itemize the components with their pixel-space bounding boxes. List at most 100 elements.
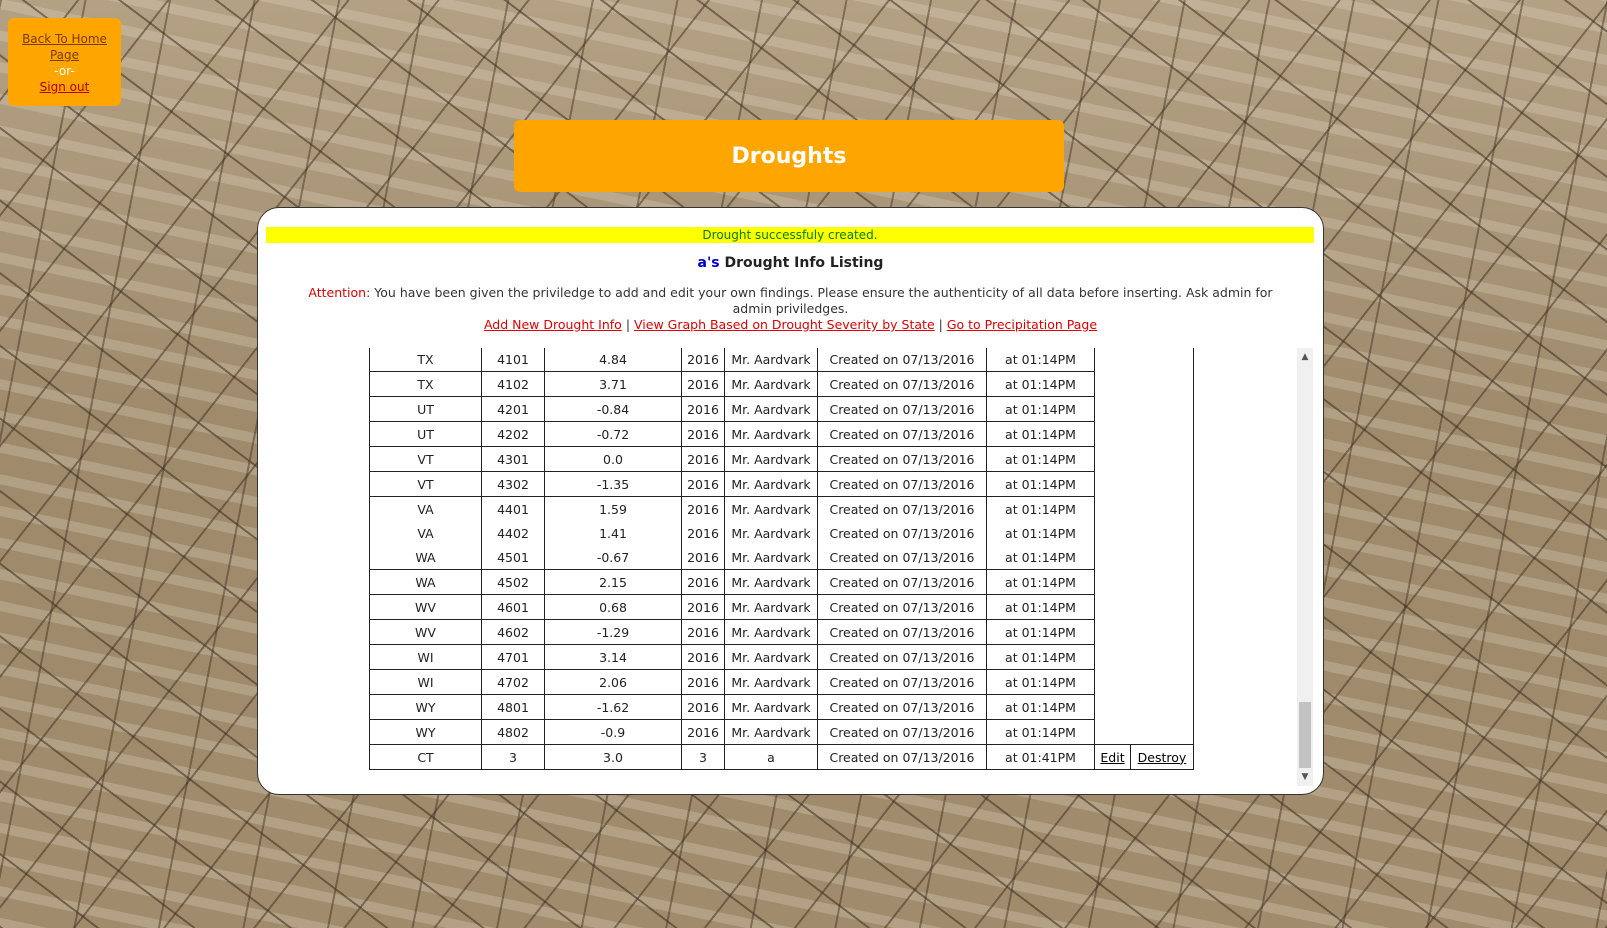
cell-value: 0.68 xyxy=(544,594,682,620)
empty-actions-cell xyxy=(1094,348,1194,372)
drought-table: TX 4101 4.84 2016 Mr. Aardvark Created on 07/… xyxy=(369,348,1194,770)
cell-year: 2016 xyxy=(681,545,725,570)
cell-state: WA xyxy=(369,545,482,570)
edit-cell: Edit xyxy=(1094,744,1131,770)
cell-value: -0.72 xyxy=(544,421,682,447)
cell-time: at 01:41PM xyxy=(986,744,1095,770)
cell-time: at 01:14PM xyxy=(986,694,1095,720)
table-row: TX 4101 4.84 2016 Mr. Aardvark Created on 07/… xyxy=(369,348,1194,372)
cell-value: -1.35 xyxy=(544,471,682,497)
cell-code: 4402 xyxy=(481,521,545,545)
cell-author: Mr. Aardvark xyxy=(724,496,818,521)
chevron-up-icon[interactable]: ▲ xyxy=(1297,350,1313,364)
empty-actions-cell xyxy=(1094,619,1194,645)
cell-code: 4802 xyxy=(481,719,545,745)
empty-actions-cell xyxy=(1094,521,1194,545)
cell-created: Created on 07/13/2016 xyxy=(817,496,987,521)
cell-year: 2016 xyxy=(681,669,725,695)
cell-code: 4601 xyxy=(481,594,545,620)
cell-time: at 01:14PM xyxy=(986,348,1095,372)
empty-actions-cell xyxy=(1094,371,1194,397)
drought-table-scroll[interactable]: TX 4101 4.84 2016 Mr. Aardvark Created on 07/… xyxy=(258,348,1321,786)
cell-state: TX xyxy=(369,371,482,397)
cell-code: 4801 xyxy=(481,694,545,720)
or-separator: -or- xyxy=(54,64,75,78)
cell-year: 2016 xyxy=(681,348,725,372)
cell-author: Mr. Aardvark xyxy=(724,521,818,545)
cell-created: Created on 07/13/2016 xyxy=(817,669,987,695)
listing-heading: a's Drought Info Listing xyxy=(258,255,1323,271)
cell-created: Created on 07/13/2016 xyxy=(817,744,987,770)
attention-message: Attention: You have been given the privi… xyxy=(288,285,1293,317)
cell-created: Created on 07/13/2016 xyxy=(817,644,987,670)
table-row: WA 4502 2.15 2016 Mr. Aardvark Created on 07/… xyxy=(369,569,1194,595)
edit-link[interactable]: Edit xyxy=(1100,750,1124,765)
table-row: VA 4401 1.59 2016 Mr. Aardvark Created on 07/… xyxy=(369,496,1194,521)
empty-actions-cell xyxy=(1094,545,1194,570)
listing-user: a's xyxy=(697,255,720,271)
cell-state: WI xyxy=(369,644,482,670)
cell-value: 3.14 xyxy=(544,644,682,670)
table-row: CT 3 3.0 3 a Created on 07/13/2016 at 01:41PM E… xyxy=(369,744,1194,770)
cell-time: at 01:14PM xyxy=(986,619,1095,645)
page-title: Droughts xyxy=(731,143,847,169)
table-scrollbar[interactable]: ▲ ▼ xyxy=(1297,348,1313,786)
empty-actions-cell xyxy=(1094,471,1194,497)
cell-value: 4.84 xyxy=(544,348,682,372)
cell-created: Created on 07/13/2016 xyxy=(817,545,987,570)
cell-state: WY xyxy=(369,719,482,745)
precipitation-page-link[interactable]: Go to Precipitation Page xyxy=(947,317,1097,332)
cell-year: 2016 xyxy=(681,719,725,745)
cell-value: 2.06 xyxy=(544,669,682,695)
cell-code: 4501 xyxy=(481,545,545,570)
cell-value: 2.15 xyxy=(544,569,682,595)
sign-out-link[interactable]: Sign out xyxy=(40,80,90,94)
cell-created: Created on 07/13/2016 xyxy=(817,348,987,372)
cell-state: UT xyxy=(369,396,482,422)
cell-created: Created on 07/13/2016 xyxy=(817,421,987,447)
cell-created: Created on 07/13/2016 xyxy=(817,446,987,472)
cell-value: -0.84 xyxy=(544,396,682,422)
cell-year: 2016 xyxy=(681,619,725,645)
link-separator: | xyxy=(625,317,631,332)
cell-code: 4701 xyxy=(481,644,545,670)
table-row: UT 4202 -0.72 2016 Mr. Aardvark Created on 07… xyxy=(369,421,1194,447)
empty-actions-cell xyxy=(1094,421,1194,447)
cell-author: Mr. Aardvark xyxy=(724,594,818,620)
cell-state: WI xyxy=(369,669,482,695)
cell-state: WV xyxy=(369,594,482,620)
cell-author: a xyxy=(724,744,818,770)
destroy-link[interactable]: Destroy xyxy=(1138,750,1187,765)
cell-state: VT xyxy=(369,471,482,497)
back-home-link[interactable]: Back To Home Page xyxy=(22,32,107,62)
cell-created: Created on 07/13/2016 xyxy=(817,569,987,595)
cell-code: 4301 xyxy=(481,446,545,472)
empty-actions-cell xyxy=(1094,594,1194,620)
cell-author: Mr. Aardvark xyxy=(724,421,818,447)
cell-time: at 01:14PM xyxy=(986,669,1095,695)
cell-author: Mr. Aardvark xyxy=(724,719,818,745)
cell-code: 4202 xyxy=(481,421,545,447)
cell-created: Created on 07/13/2016 xyxy=(817,471,987,497)
cell-author: Mr. Aardvark xyxy=(724,545,818,570)
view-graph-link[interactable]: View Graph Based on Drought Severity by … xyxy=(634,317,935,332)
add-drought-link[interactable]: Add New Drought Info xyxy=(484,317,622,332)
empty-actions-cell xyxy=(1094,446,1194,472)
chevron-down-icon[interactable]: ▼ xyxy=(1297,770,1313,784)
cell-time: at 01:14PM xyxy=(986,521,1095,545)
listing-title: Drought Info Listing xyxy=(724,255,884,271)
cell-created: Created on 07/13/2016 xyxy=(817,694,987,720)
cell-state: VA xyxy=(369,521,482,545)
flash-notice: Drought successfuly created. xyxy=(266,227,1314,243)
cell-value: 0.0 xyxy=(544,446,682,472)
cell-created: Created on 07/13/2016 xyxy=(817,619,987,645)
cell-year: 2016 xyxy=(681,694,725,720)
cell-time: at 01:14PM xyxy=(986,471,1095,497)
table-row: WI 4702 2.06 2016 Mr. Aardvark Created on 07/… xyxy=(369,669,1194,695)
cell-time: at 01:14PM xyxy=(986,569,1095,595)
cell-value: 3.71 xyxy=(544,371,682,397)
table-row: WV 4602 -1.29 2016 Mr. Aardvark Created on 07… xyxy=(369,619,1194,645)
scrollbar-thumb[interactable] xyxy=(1299,702,1311,768)
table-row: WV 4601 0.68 2016 Mr. Aardvark Created on 07/… xyxy=(369,594,1194,620)
empty-actions-cell xyxy=(1094,496,1194,521)
